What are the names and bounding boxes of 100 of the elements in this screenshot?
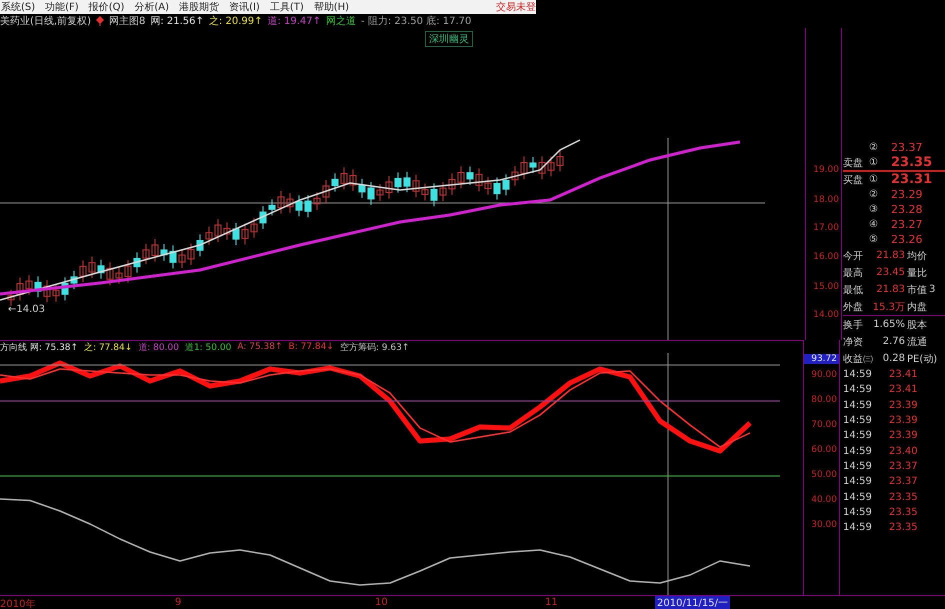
menu-item[interactable]: 港股期货 — [179, 0, 220, 14]
stat-label: 内盘 — [907, 300, 927, 314]
stock-title: 美药业(日线,前复权) — [0, 14, 91, 28]
candlestick — [340, 167, 348, 190]
candlestick — [80, 260, 86, 283]
indicator-value: 之: 20.99↑ — [208, 14, 262, 28]
order-level: ① — [869, 157, 879, 168]
order-side-label: 卖盘 — [843, 156, 864, 170]
candlestick — [116, 266, 122, 284]
login-status: 交易未登 — [496, 0, 536, 14]
candlestick — [376, 184, 384, 202]
tick-price: 23.35 — [889, 506, 918, 518]
stat-label: 量比 — [907, 266, 927, 280]
candlestick — [16, 277, 24, 301]
price-axis-label: 16.00 — [813, 252, 839, 262]
indicator-axis-label: 90.00 — [811, 370, 837, 380]
candlestick — [152, 238, 158, 262]
candlestick — [214, 218, 222, 243]
candlestick — [142, 243, 150, 265]
candlestick — [62, 276, 68, 301]
tick-time: 14:59 — [843, 446, 873, 457]
candlestick — [530, 156, 536, 174]
tick-price: 23.40 — [889, 446, 918, 457]
stat-label: 收益㈢ — [843, 352, 872, 366]
candlestick — [106, 262, 114, 286]
indicator-axis-label: 30.00 — [811, 520, 837, 530]
indicator-value: 空方筹码: 9.63↑ — [340, 342, 410, 354]
menu-item[interactable]: 分析(A) — [134, 0, 170, 14]
candlestick — [466, 166, 474, 186]
indicator-axis-label: 50.00 — [811, 470, 837, 480]
stat-value: 3 — [929, 284, 936, 295]
order-price: 23.29 — [891, 188, 922, 201]
marker-icon — [96, 16, 104, 26]
current-value-label: 93.72 — [804, 354, 839, 364]
time-axis-label: 9 — [175, 597, 182, 608]
menu-item[interactable]: 资讯(I) — [229, 0, 260, 14]
stat-label: 最低 — [843, 284, 864, 296]
stat-label: 换手 — [843, 318, 864, 332]
candlestick — [322, 180, 330, 204]
candlestick — [350, 169, 356, 192]
candlestick — [260, 206, 266, 230]
stat-label: 最高 — [843, 266, 864, 280]
tick-time: 14:59 — [843, 384, 873, 396]
indicator-value: 方向线 网: 75.38↑ — [0, 342, 78, 354]
candlestick — [232, 222, 240, 246]
order-level: ③ — [869, 204, 879, 215]
stat-label: 均价 — [907, 250, 927, 262]
candlestick — [538, 156, 546, 180]
stat-label: 今开 — [843, 250, 864, 262]
tick-time: 14:59 — [843, 430, 873, 442]
candlestick — [44, 280, 50, 303]
candlestick — [440, 182, 446, 202]
stat-label: PE(动) — [907, 352, 938, 366]
menu-item[interactable]: 系统(S) — [1, 0, 36, 14]
indicator-axis-label: 40.00 — [811, 495, 837, 505]
indicator-value: - 阻力: 23.50 底: 17.70 — [361, 14, 472, 28]
candlestick — [250, 218, 258, 238]
order-price: 23.37 — [891, 141, 922, 154]
tick-price: 23.39 — [889, 415, 918, 426]
time-axis-label: 10 — [375, 597, 388, 608]
candlestick — [98, 259, 104, 280]
indicator-axis-label: 80.00 — [811, 395, 837, 405]
indicator-value: 道: 19.47↑ — [267, 15, 322, 28]
candlestick — [484, 176, 492, 196]
tick-price: 23.37 — [889, 476, 918, 488]
stat-value: 21.83 — [875, 284, 905, 295]
candlestick — [296, 194, 302, 217]
stat-value: 15.3万 — [872, 300, 905, 314]
candlestick — [242, 223, 248, 245]
menu-item[interactable]: 功能(F) — [45, 0, 79, 14]
indicator-value: 之: 77.84↓ — [84, 342, 132, 354]
candlestick — [502, 174, 510, 196]
tick-time: 14:59 — [843, 506, 873, 518]
menu-item[interactable]: 报价(Q) — [88, 0, 124, 14]
stat-value: 21.83 — [875, 250, 905, 261]
candlestick — [170, 244, 176, 269]
menu-item[interactable]: 工具(T) — [270, 0, 304, 14]
price-axis-label: 15.00 — [813, 282, 839, 292]
signal-tag: 深圳幽灵 — [425, 31, 473, 47]
candlestick — [512, 166, 518, 186]
stat-value: 23.45 — [875, 267, 905, 278]
candlestick — [458, 166, 464, 189]
stat-label: 股本 — [907, 318, 927, 332]
time-axis-label: 2010年 — [0, 598, 36, 609]
candlestick — [422, 183, 428, 201]
tick-price: 23.39 — [889, 400, 918, 411]
indicator-value: 道: 80.00 — [138, 342, 179, 354]
candlestick — [448, 173, 456, 196]
candlestick — [224, 222, 230, 240]
stat-label: 净资 — [843, 336, 864, 348]
order-price: 23.31 — [891, 172, 932, 187]
candlestick — [304, 194, 312, 218]
stat-label: 外盘 — [843, 300, 864, 314]
order-level: ② — [869, 189, 879, 200]
menu-item[interactable]: 帮助(H) — [314, 0, 350, 14]
tick-price: 23.39 — [889, 430, 918, 442]
stat-value: 1.65% — [872, 319, 905, 330]
candlestick — [34, 276, 42, 298]
candlestick — [476, 168, 482, 192]
indicator-value: B: 77.84↓ — [288, 342, 334, 352]
